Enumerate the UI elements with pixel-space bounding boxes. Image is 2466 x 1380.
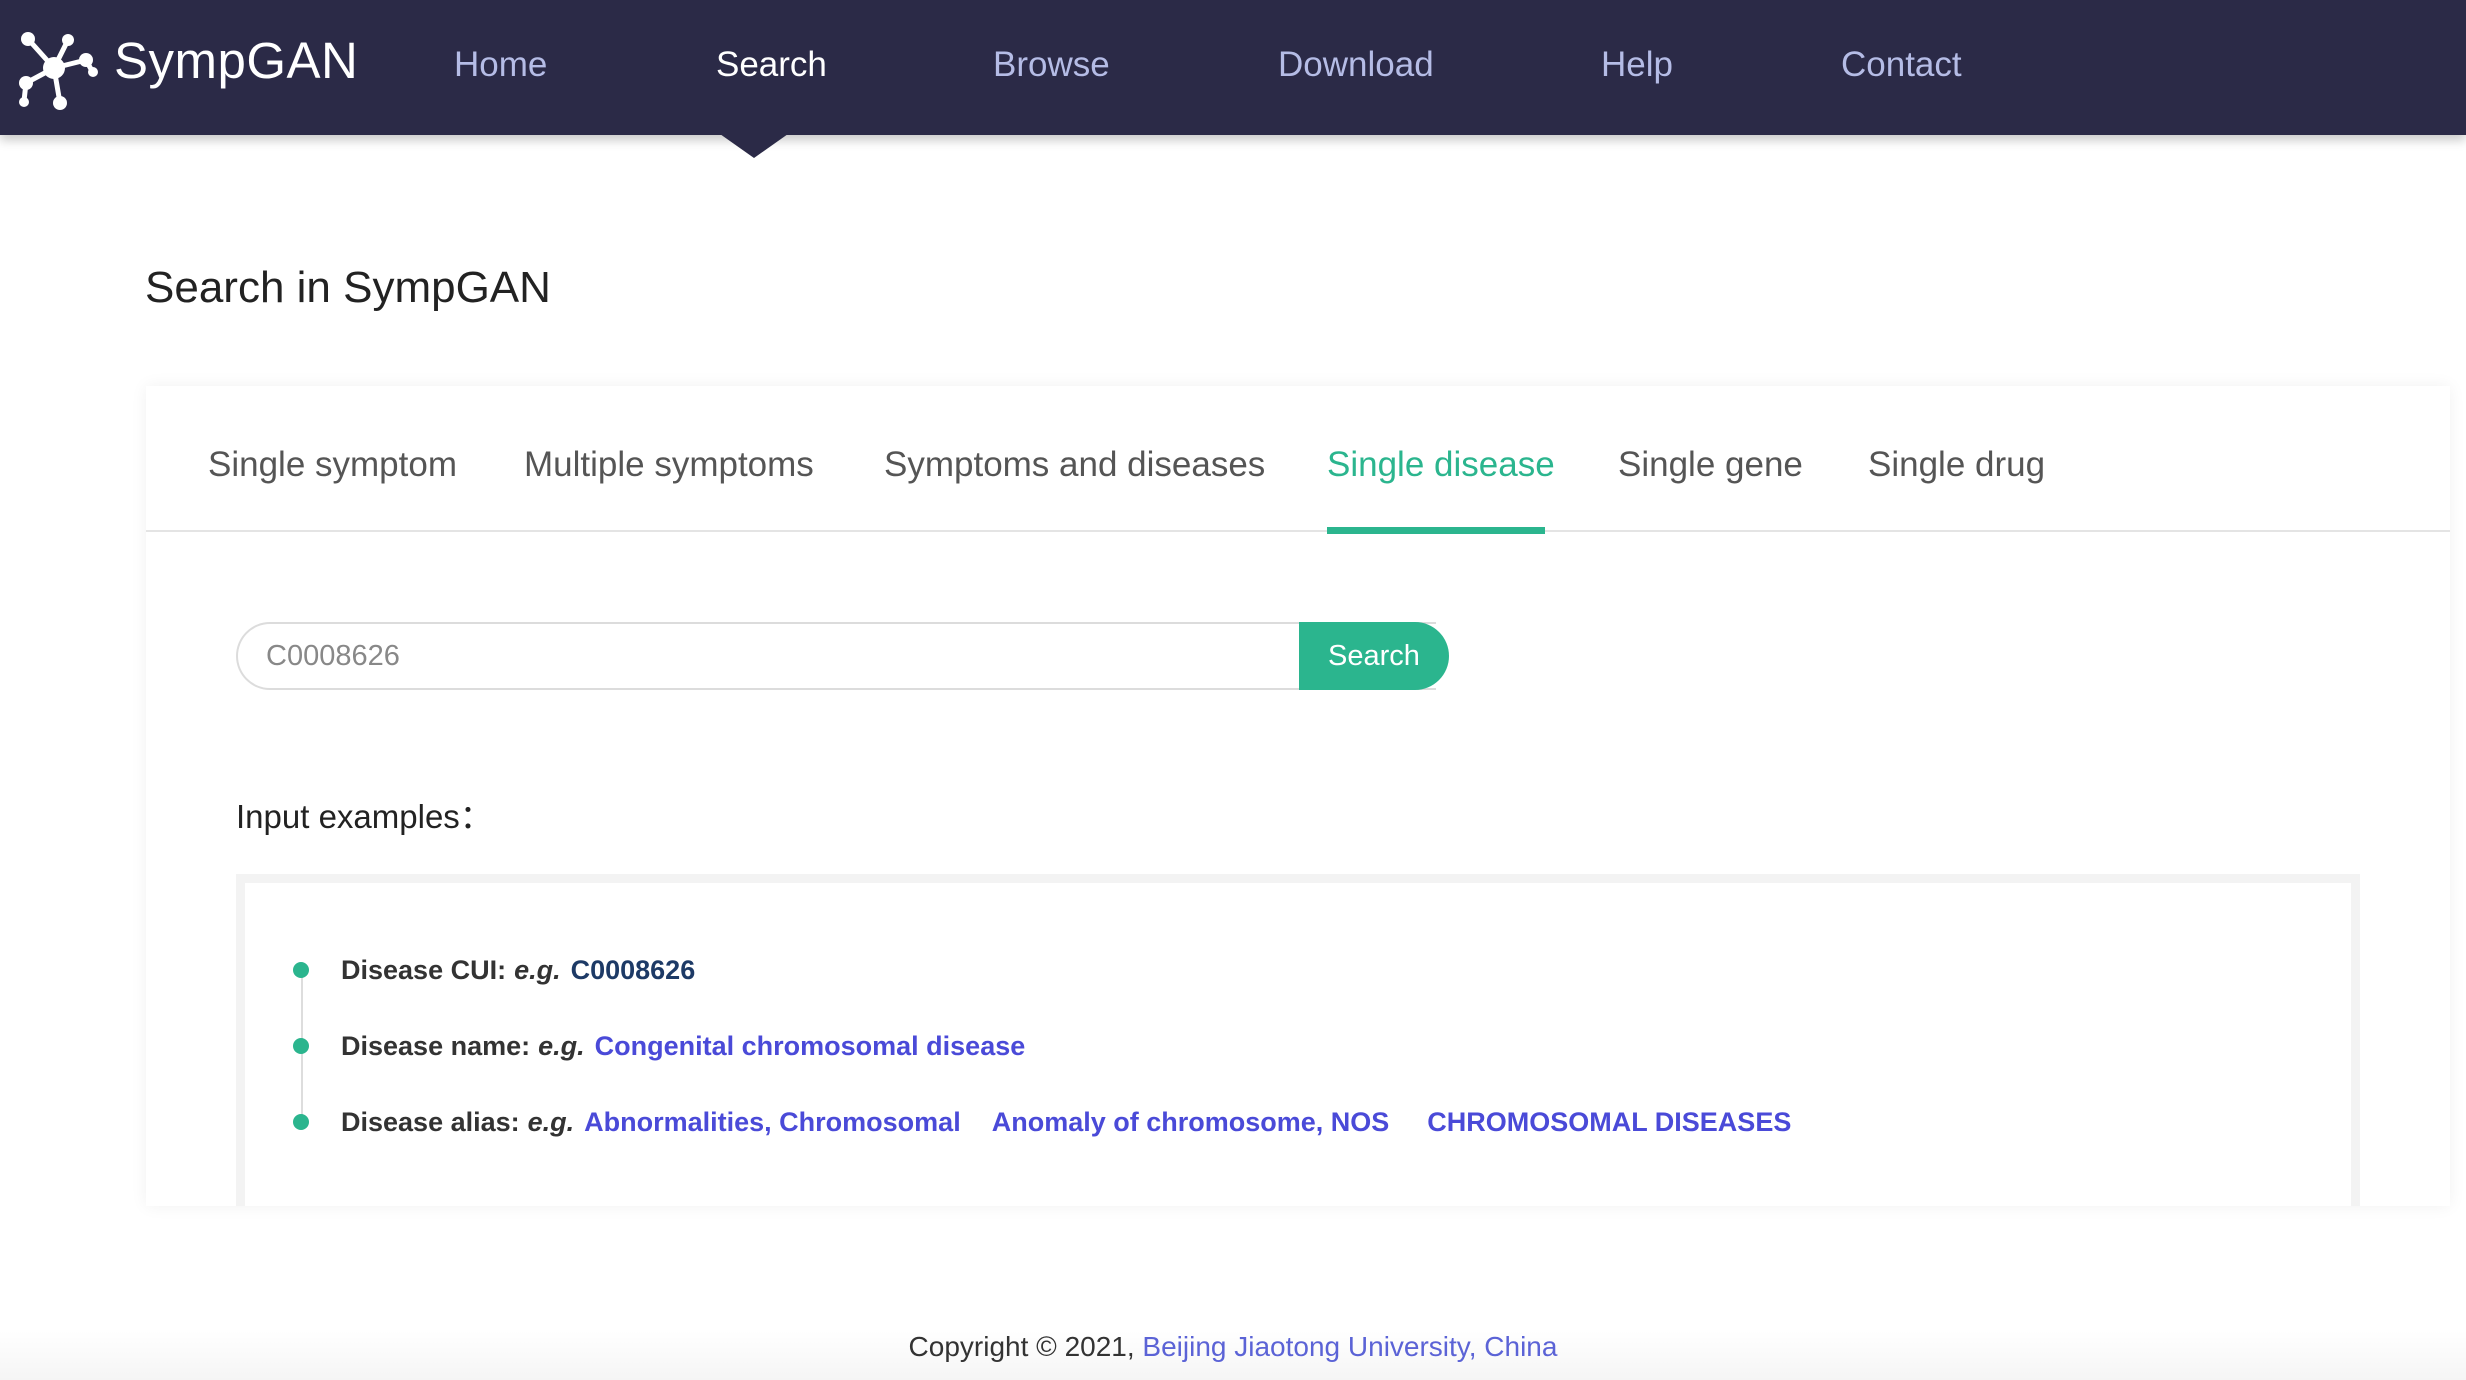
bullet-dot-icon [293,962,309,978]
example-link-name[interactable]: Congenital chromosomal disease [595,1024,1026,1068]
eg-label: e.g. [514,955,561,985]
tab-single-symptom[interactable]: Single symptom [208,440,457,490]
eg-label: e.g. [538,1031,585,1061]
example-label: Disease name: [341,1031,531,1061]
nav-download[interactable]: Download [1278,40,1434,90]
nav-contact[interactable]: Contact [1841,40,1962,90]
search-card: Single symptom Multiple symptoms Symptom… [146,386,2450,1206]
active-nav-indicator [720,134,788,158]
example-link-alias-3[interactable]: CHROMOSOMAL DISEASES [1427,1100,1791,1144]
university-link[interactable]: Beijing Jiaotong University, China [1142,1331,1557,1362]
example-label: Disease alias: [341,1107,520,1137]
nav-help[interactable]: Help [1601,40,1673,90]
brand-logo[interactable]: SympGAN [12,22,358,112]
eg-label: e.g. [527,1107,575,1137]
page-title: Search in SympGAN [145,263,551,312]
input-examples-box: Disease CUI: e.g. C0008626 Disease name:… [236,874,2360,1206]
copyright-text: Copyright © 2021, [908,1331,1143,1362]
active-tab-underline [1327,527,1545,534]
example-link-alias-2[interactable]: Anomaly of chromosome, NOS [992,1100,1390,1144]
footer: Copyright © 2021, Beijing Jiaotong Unive… [0,1322,2466,1372]
disease-search-input[interactable] [236,622,1436,690]
bullet-dot-icon [293,1038,309,1054]
tab-single-drug[interactable]: Single drug [1868,440,2045,490]
tab-single-disease[interactable]: Single disease [1327,440,1555,490]
nav-browse[interactable]: Browse [993,40,1110,90]
nav-home[interactable]: Home [454,40,547,90]
nav-search[interactable]: Search [716,40,827,90]
example-label: Disease CUI: [341,955,507,985]
search-button[interactable]: Search [1299,622,1449,690]
brand-name: SympGAN [114,31,359,89]
example-link-alias-1[interactable]: Abnormalities, Chromosomal [584,1100,961,1144]
example-link-cui[interactable]: C0008626 [571,948,696,992]
network-nodes-icon [12,23,100,111]
bullet-dot-icon [293,1114,309,1130]
tab-symptoms-and-diseases[interactable]: Symptoms and diseases [884,440,1265,490]
top-navbar: SympGAN Home Search Browse Download Help… [0,0,2466,135]
tab-single-gene[interactable]: Single gene [1618,440,1803,490]
search-tabs: Single symptom Multiple symptoms Symptom… [146,386,2450,534]
input-examples-title: Input examples： [236,798,493,835]
tab-multiple-symptoms[interactable]: Multiple symptoms [524,440,814,490]
